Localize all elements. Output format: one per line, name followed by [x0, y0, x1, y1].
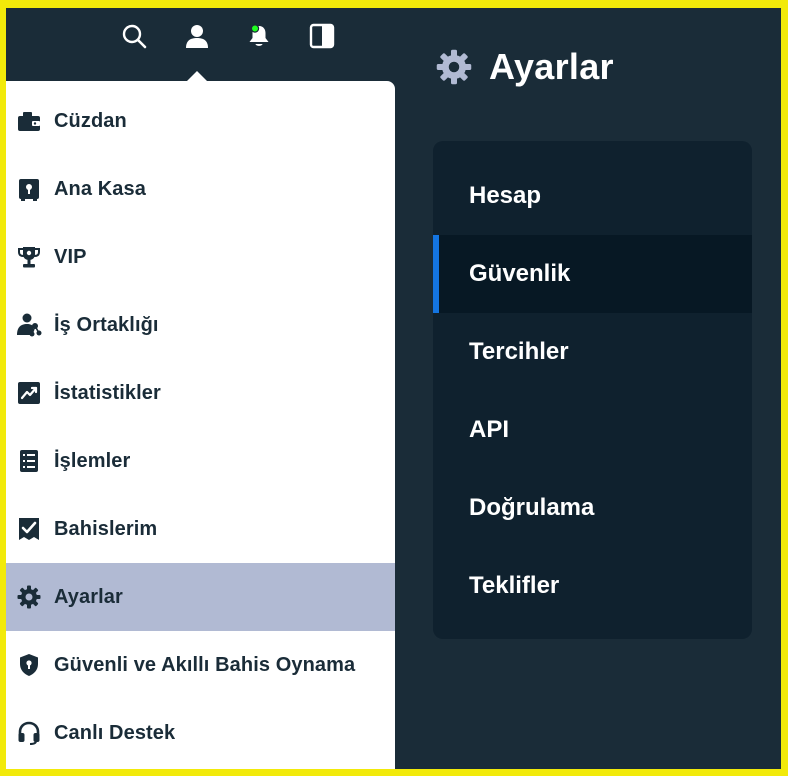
menu-item-live-support[interactable]: Canlı Destek [6, 699, 395, 767]
menu-item-wallet[interactable]: Cüzdan [6, 87, 395, 155]
page-title: Ayarlar [489, 46, 614, 87]
app-frame: Cüzdan Ana Kasa VIP İş Ortaklığı İstatis… [6, 8, 781, 769]
menu-item-label: Ana Kasa [54, 177, 146, 200]
wallet-icon [16, 108, 42, 134]
tab-verification[interactable]: Doğrulama [433, 469, 752, 547]
tab-label: Tercihler [469, 338, 569, 365]
menu-item-vip[interactable]: VIP [6, 223, 395, 291]
chart-icon [16, 380, 42, 406]
user-menu: Cüzdan Ana Kasa VIP İş Ortaklığı İstatis… [6, 81, 395, 769]
bets-icon [16, 516, 42, 542]
menu-item-label: İstatistikler [54, 381, 161, 404]
tab-preferences[interactable]: Tercihler [433, 313, 752, 391]
tab-label: Güvenlik [469, 260, 571, 287]
gear-icon [435, 48, 473, 86]
settings-page: Ayarlar Hesap Güvenlik Tercihler API Doğ… [395, 8, 781, 769]
gear-icon [16, 584, 42, 610]
menu-item-label: Canlı Destek [54, 721, 176, 744]
user-icon[interactable] [183, 22, 211, 50]
tab-label: Doğrulama [469, 494, 595, 521]
vault-icon [16, 176, 42, 202]
trophy-icon [16, 244, 42, 270]
tab-label: Teklifler [469, 572, 560, 599]
headset-icon [16, 720, 42, 746]
menu-item-label: İş Ortaklığı [54, 313, 159, 336]
menu-item-vault[interactable]: Ana Kasa [6, 155, 395, 223]
menu-item-settings[interactable]: Ayarlar [6, 563, 395, 631]
menu-item-transactions[interactable]: İşlemler [6, 427, 395, 495]
menu-item-label: Bahislerim [54, 517, 158, 540]
menu-item-responsible-gambling[interactable]: Güvenli ve Akıllı Bahis Oynama [6, 631, 395, 699]
tab-security[interactable]: Güvenlik [433, 235, 752, 313]
tab-api[interactable]: API [433, 391, 752, 469]
menu-item-label: İşlemler [54, 449, 131, 472]
tab-label: API [469, 416, 510, 443]
transactions-icon [16, 448, 42, 474]
menu-item-affiliate[interactable]: İş Ortaklığı [6, 291, 395, 359]
menu-item-label: Cüzdan [54, 109, 127, 132]
settings-nav: Hesap Güvenlik Tercihler API Doğrulama T… [433, 141, 752, 639]
menu-item-my-bets[interactable]: Bahislerim [6, 495, 395, 563]
menu-item-label: VIP [54, 245, 87, 268]
search-icon[interactable] [120, 22, 148, 50]
left-column: Cüzdan Ana Kasa VIP İş Ortaklığı İstatis… [6, 8, 395, 769]
tab-account[interactable]: Hesap [433, 157, 752, 235]
menu-item-label: Ayarlar [54, 585, 123, 608]
bell-icon[interactable] [245, 22, 273, 50]
page-header: Ayarlar [435, 46, 614, 88]
panel-toggle-icon[interactable] [308, 22, 336, 50]
menu-item-label: Güvenli ve Akıllı Bahis Oynama [54, 653, 356, 676]
tab-label: Hesap [469, 182, 542, 209]
affiliate-icon [16, 312, 42, 338]
menu-item-statistics[interactable]: İstatistikler [6, 359, 395, 427]
shield-icon [16, 652, 42, 678]
tab-offers[interactable]: Teklifler [433, 547, 752, 625]
top-bar [6, 8, 395, 66]
